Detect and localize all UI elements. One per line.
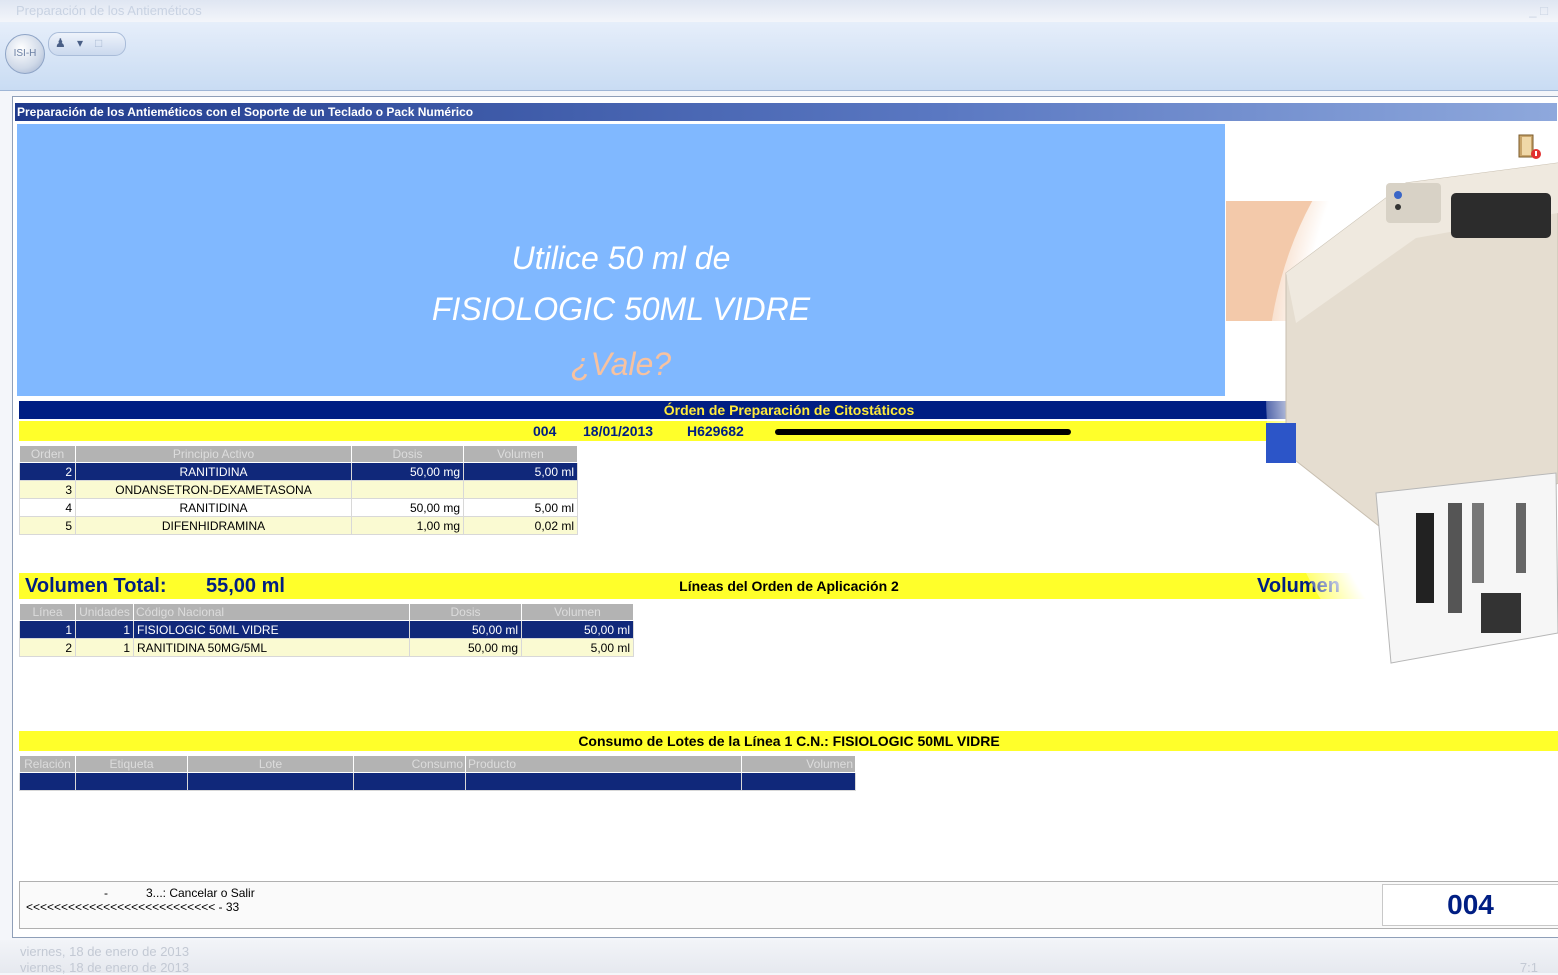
printer-side-strip	[1266, 423, 1296, 463]
quick-access-toolbar: ♟ ▾ □	[48, 32, 126, 56]
volume-total-value: 55,00 ml	[206, 575, 285, 597]
col-producto[interactable]: Producto	[465, 755, 742, 773]
order-table: Orden Principio Activo Dosis Volumen 2 R…	[19, 445, 578, 535]
cell-codigo: FISIOLOGIC 50ML VIDRE	[133, 620, 410, 639]
table-row[interactable]: 4 RANITIDINA 50,00 mg 5,00 ml	[19, 498, 578, 517]
app-orb-button[interactable]: ISI-H	[5, 34, 45, 74]
cell-principio: RANITIDINA	[75, 462, 352, 481]
col-principio[interactable]: Principio Activo	[75, 445, 352, 463]
table-row[interactable]: 1 1 FISIOLOGIC 50ML VIDRE 50,00 ml 50,00…	[19, 620, 634, 639]
col-lote[interactable]: Lote	[187, 755, 354, 773]
col-volumen[interactable]: Volumen	[521, 603, 634, 621]
prompt-confirm[interactable]: ¿Vale?	[17, 346, 1225, 383]
prompt-line-2: FISIOLOGIC 50ML VIDRE	[431, 291, 811, 327]
lots-table: Relación Etiqueta Lote Consumo Producto …	[19, 755, 856, 791]
cell-dosis	[351, 480, 464, 499]
redacted-name	[775, 429, 1071, 435]
status-input-line[interactable]: <<<<<<<<<<<<<<<<<<<<<<<<<<< - 33	[26, 900, 239, 914]
order-date: 18/01/2013	[583, 423, 654, 439]
cell-volumen: 5,00 ml	[521, 638, 634, 657]
col-consumo[interactable]: Consumo	[353, 755, 466, 773]
col-codigo[interactable]: Código Nacional	[133, 603, 410, 621]
printer-window	[1451, 193, 1551, 238]
cell-empty	[353, 772, 466, 791]
label-barcode	[1416, 513, 1434, 603]
printer-button	[1395, 204, 1401, 210]
order-number: 004	[533, 423, 557, 439]
label-text-block	[1448, 503, 1462, 613]
printer-led	[1394, 191, 1402, 199]
user-icon[interactable]: ♟	[55, 36, 66, 50]
label-2d-code	[1481, 593, 1521, 633]
cell-codigo: RANITIDINA 50MG/5ML	[133, 638, 410, 657]
status-dash: -	[104, 886, 108, 900]
cell-empty	[19, 772, 76, 791]
cell-empty	[741, 772, 856, 791]
window-controls[interactable]: _ □	[1529, 3, 1548, 18]
label-printer-image	[1226, 123, 1558, 683]
col-orden[interactable]: Orden	[19, 445, 76, 463]
cell-orden: 5	[19, 516, 76, 535]
col-linea[interactable]: Línea	[19, 603, 76, 621]
window-titlebar: Preparación de los Antieméticos _ □	[0, 0, 1558, 22]
cell-unidades: 1	[75, 620, 134, 639]
volume-total-label: Volumen Total:	[25, 575, 167, 597]
table-row[interactable]: 2 1 RANITIDINA 50MG/5ML 50,00 mg 5,00 ml	[19, 638, 634, 657]
cell-volumen	[463, 480, 578, 499]
cell-volumen: 5,00 ml	[463, 462, 578, 481]
order-code-display: 004	[1382, 884, 1558, 926]
cell-dosis: 50,00 mg	[351, 462, 464, 481]
lines-table: Línea Unidades Código Nacional Dosis Vol…	[19, 603, 634, 657]
table-row[interactable]	[19, 772, 856, 791]
col-unidades[interactable]: Unidades	[75, 603, 134, 621]
col-volumen[interactable]: Volumen	[463, 445, 578, 463]
cell-empty	[75, 772, 188, 791]
cell-principio: ONDANSETRON-DEXAMETASONA	[75, 480, 352, 499]
patient-id: H629682	[687, 423, 744, 439]
col-etiqueta[interactable]: Etiqueta	[75, 755, 188, 773]
cell-linea: 1	[19, 620, 76, 639]
prompt-panel: Utilice 50 ml de FISIOLOGIC 50ML VIDRE ¿…	[17, 124, 1225, 396]
cell-orden: 2	[19, 462, 76, 481]
cell-dosis: 50,00 mg	[409, 638, 522, 657]
cell-dosis: 50,00 mg	[351, 498, 464, 517]
cell-orden: 4	[19, 498, 76, 517]
table-row[interactable]: 2 RANITIDINA 50,00 mg 5,00 ml	[19, 462, 578, 481]
printer-panel	[1386, 183, 1441, 223]
form-title: Preparación de los Antieméticos con el S…	[15, 103, 1557, 121]
printed-label	[1375, 472, 1558, 664]
col-relacion[interactable]: Relación	[19, 755, 76, 773]
lots-header: Consumo de Lotes de la Línea 1 C.N.: FIS…	[19, 731, 1558, 751]
status-bar: viernes, 18 de enero de 2013 viernes, 18…	[0, 940, 1558, 975]
window-title: Preparación de los Antieméticos	[16, 3, 202, 18]
ribbon: ISI-H ♟ ▾ □	[0, 22, 1558, 91]
cell-dosis: 50,00 ml	[409, 620, 522, 639]
cell-linea: 2	[19, 638, 76, 657]
date-text: viernes, 18 de enero de 2013	[20, 944, 190, 959]
document-icon[interactable]: □	[95, 36, 102, 50]
cell-principio: DIFENHIDRAMINA	[75, 516, 352, 535]
cell-volumen: 50,00 ml	[521, 620, 634, 639]
cell-volumen: 0,02 ml	[463, 516, 578, 535]
exit-door-icon[interactable]	[1517, 132, 1543, 160]
col-dosis[interactable]: Dosis	[409, 603, 522, 621]
prompt-line-1: Utilice 50 ml de	[511, 240, 731, 276]
dropdown-arrow-icon[interactable]: ▾	[77, 36, 83, 50]
status-area: - 3...: Cancelar o Salir <<<<<<<<<<<<<<<…	[19, 881, 1558, 929]
cell-unidades: 1	[75, 638, 134, 657]
label-text-block	[1472, 503, 1484, 583]
table-row[interactable]: 3 ONDANSETRON-DEXAMETASONA	[19, 480, 578, 499]
status-hint: 3...: Cancelar o Salir	[146, 886, 255, 900]
cell-principio: RANITIDINA	[75, 498, 352, 517]
cell-volumen: 5,00 ml	[463, 498, 578, 517]
label-text-block	[1516, 503, 1526, 573]
table-row[interactable]: 5 DIFENHIDRAMINA 1,00 mg 0,02 ml	[19, 516, 578, 535]
col-volumen[interactable]: Volumen	[741, 755, 856, 773]
cell-orden: 3	[19, 480, 76, 499]
cell-empty	[187, 772, 354, 791]
col-dosis[interactable]: Dosis	[351, 445, 464, 463]
cell-dosis: 1,00 mg	[351, 516, 464, 535]
cell-empty	[465, 772, 742, 791]
